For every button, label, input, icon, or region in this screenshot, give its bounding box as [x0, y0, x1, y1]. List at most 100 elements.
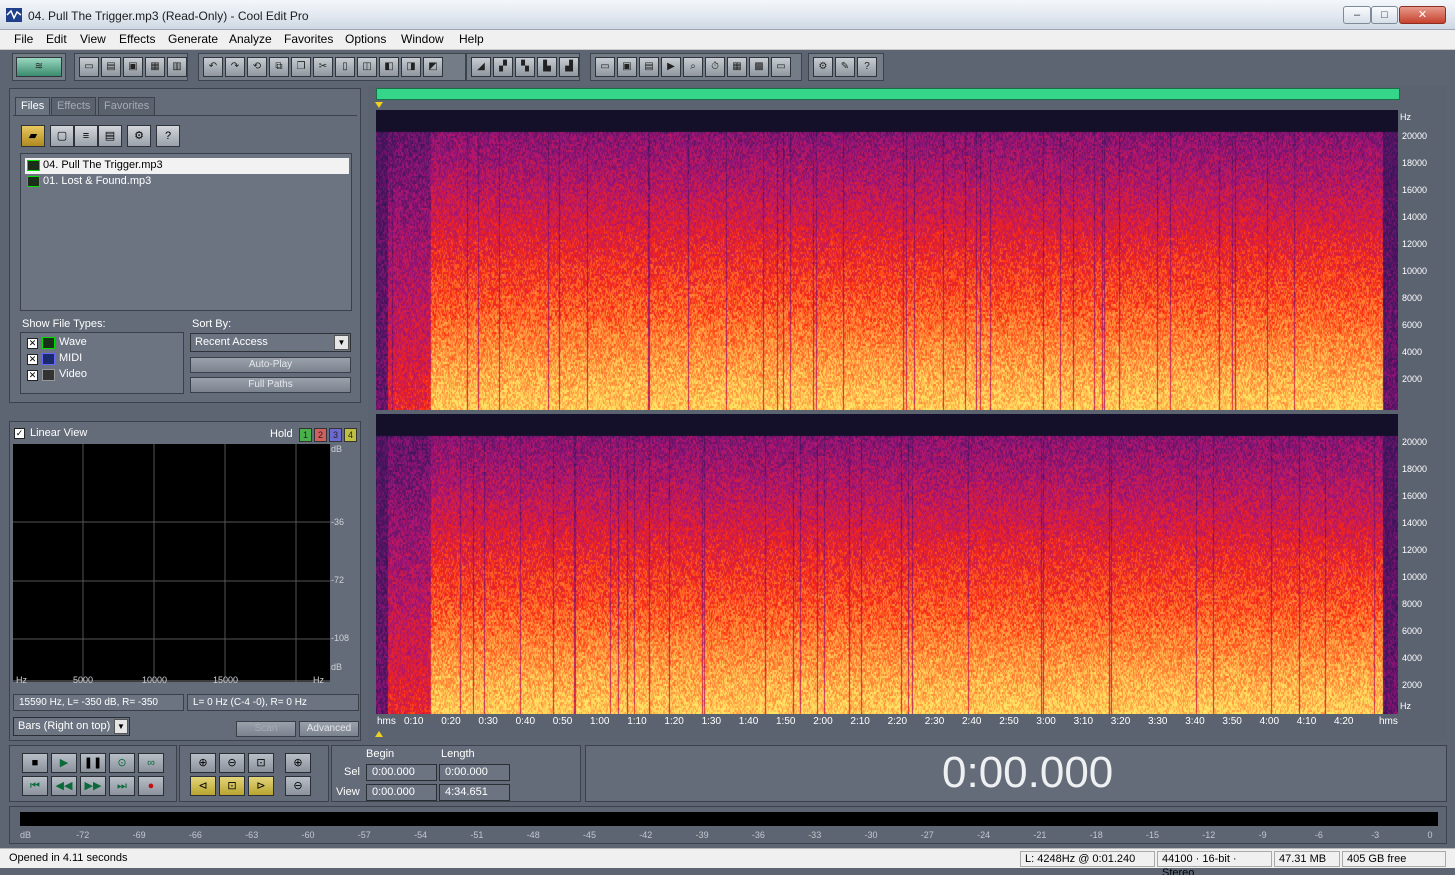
- save-all-icon[interactable]: ▥: [167, 57, 187, 77]
- sel-length-field[interactable]: 0:00.000: [439, 764, 510, 781]
- time-ruler[interactable]: hms hms 0:10 0:20 0:30 0:40 0:50 1:00 1:10 1:20…: [376, 714, 1400, 730]
- spectral-view[interactable]: Hz 20000 18000 16000 14000 12000 10000 8000 600…: [368, 86, 1447, 741]
- hold-3-button[interactable]: 3: [329, 428, 342, 442]
- phase-view-icon[interactable]: ▟: [559, 57, 579, 77]
- display-mode-select[interactable]: Bars (Right on top) ▼: [13, 717, 130, 736]
- marker-icon[interactable]: ▣: [617, 57, 637, 77]
- menu-effects[interactable]: Effects: [119, 32, 155, 46]
- trim-icon[interactable]: ◧: [379, 57, 399, 77]
- loop-icon[interactable]: ∞: [138, 753, 164, 773]
- insert-file-icon[interactable]: ≡: [74, 125, 98, 147]
- organizer-settings-icon[interactable]: ⚙: [127, 125, 151, 147]
- sort-by-select[interactable]: Recent Access ▼: [190, 333, 351, 352]
- menu-edit[interactable]: Edit: [46, 32, 67, 46]
- play-to-end-icon[interactable]: ⊙: [109, 753, 135, 773]
- tab-effects[interactable]: Effects: [51, 97, 97, 115]
- end-marker-icon[interactable]: [375, 731, 383, 737]
- pause-icon[interactable]: ❚❚: [80, 753, 106, 773]
- maximize-button[interactable]: □: [1371, 6, 1398, 24]
- menu-view[interactable]: View: [80, 32, 106, 46]
- zoom-left-icon[interactable]: ⊲: [190, 776, 216, 796]
- spectrogram-right-channel[interactable]: [376, 414, 1398, 714]
- tab-favorites[interactable]: Favorites: [98, 97, 156, 115]
- organizer-help-icon[interactable]: ?: [156, 125, 180, 147]
- copy-new-icon[interactable]: ⧉: [269, 57, 289, 77]
- menu-options[interactable]: Options: [345, 32, 386, 46]
- open-file-icon[interactable]: ▤: [101, 57, 121, 77]
- levels-icon[interactable]: ▩: [749, 57, 769, 77]
- close-file-icon[interactable]: ▢: [50, 125, 74, 147]
- pan-view-icon[interactable]: ▙: [537, 57, 557, 77]
- zoom-right-icon[interactable]: ⊳: [248, 776, 274, 796]
- undo-icon[interactable]: ↶: [203, 57, 223, 77]
- open-folder-icon[interactable]: ▰: [21, 125, 45, 147]
- mix-paste-icon[interactable]: ◫: [357, 57, 377, 77]
- hold-2-button[interactable]: 2: [314, 428, 327, 442]
- zoom-out-icon[interactable]: ⊖: [219, 753, 245, 773]
- paste-icon[interactable]: ▯: [335, 57, 355, 77]
- cut-icon[interactable]: ✂: [313, 57, 333, 77]
- sel-begin-field[interactable]: 0:00.000: [366, 764, 437, 781]
- tab-files[interactable]: Files: [15, 97, 51, 115]
- waveform-view-icon[interactable]: ◢: [471, 57, 491, 77]
- rewind-icon[interactable]: ◀◀: [51, 776, 77, 796]
- insert-playlist-icon[interactable]: ▤: [98, 125, 122, 147]
- help-icon[interactable]: ?: [857, 57, 877, 77]
- fast-forward-icon[interactable]: ▶▶: [80, 776, 106, 796]
- go-to-end-icon[interactable]: ⏭: [109, 776, 135, 796]
- full-paths-button[interactable]: Full Paths: [190, 377, 351, 393]
- stop-icon[interactable]: ■: [22, 753, 48, 773]
- redo-icon[interactable]: ↷: [225, 57, 245, 77]
- record-icon[interactable]: ●: [138, 776, 164, 796]
- list-item[interactable]: 01. Lost & Found.mp3: [25, 174, 349, 190]
- close-button[interactable]: ✕: [1399, 6, 1446, 24]
- zoom-in-vertical-icon[interactable]: ⊕: [285, 753, 311, 773]
- play-icon[interactable]: ▶: [51, 753, 77, 773]
- save-icon[interactable]: ▣: [123, 57, 143, 77]
- zoom-in-icon[interactable]: ⊕: [190, 753, 216, 773]
- go-to-start-icon[interactable]: ⏮: [22, 776, 48, 796]
- zoom-selection-icon[interactable]: ⊡: [219, 776, 245, 796]
- wave-checkbox[interactable]: ✕: [27, 338, 38, 349]
- video-checkbox[interactable]: ✕: [27, 370, 38, 381]
- menu-favorites[interactable]: Favorites: [284, 32, 333, 46]
- view-length-field[interactable]: 4:34.651: [439, 784, 510, 801]
- spectral-view-icon[interactable]: ▞: [493, 57, 513, 77]
- save-as-icon[interactable]: ▦: [145, 57, 165, 77]
- spectral-pitch-icon[interactable]: ▚: [515, 57, 535, 77]
- scan-button[interactable]: Scan: [236, 721, 296, 737]
- menu-help[interactable]: Help: [459, 32, 484, 46]
- advanced-button[interactable]: Advanced: [299, 721, 359, 737]
- menu-analyze[interactable]: Analyze: [229, 32, 272, 46]
- new-file-icon[interactable]: ▭: [79, 57, 99, 77]
- batch-icon[interactable]: ▦: [727, 57, 747, 77]
- settings-icon[interactable]: ⚙: [813, 57, 833, 77]
- zoom-region-icon[interactable]: ⌕: [683, 57, 703, 77]
- window-icon[interactable]: ▭: [595, 57, 615, 77]
- menu-generate[interactable]: Generate: [168, 32, 218, 46]
- overview-bar[interactable]: [376, 88, 1400, 100]
- zoom-out-vertical-icon[interactable]: ⊖: [285, 776, 311, 796]
- auto-play-button[interactable]: Auto-Play: [190, 357, 351, 373]
- menu-window[interactable]: Window: [401, 32, 444, 46]
- view-begin-field[interactable]: 0:00.000: [366, 784, 437, 801]
- start-marker-icon[interactable]: [375, 102, 383, 108]
- hold-4-button[interactable]: 4: [344, 428, 357, 442]
- menu-file[interactable]: File: [14, 32, 33, 46]
- minimize-button[interactable]: –: [1343, 6, 1371, 24]
- play-region-icon[interactable]: ▶: [661, 57, 681, 77]
- midi-checkbox[interactable]: ✕: [27, 354, 38, 365]
- repeat-icon[interactable]: ⟲: [247, 57, 267, 77]
- zoom-full-icon[interactable]: ⊡: [248, 753, 274, 773]
- list-item[interactable]: 04. Pull The Trigger.mp3: [25, 158, 349, 174]
- copy-icon[interactable]: ❐: [291, 57, 311, 77]
- silence-icon[interactable]: ◨: [401, 57, 421, 77]
- multitrack-toggle-icon[interactable]: ≋: [16, 57, 62, 77]
- insert-multitrack-icon[interactable]: ◩: [423, 57, 443, 77]
- spectrogram-left-channel[interactable]: [376, 110, 1398, 410]
- time-display-icon[interactable]: ⏱: [705, 57, 725, 77]
- hold-1-button[interactable]: 1: [299, 428, 312, 442]
- linear-view-checkbox[interactable]: ✓: [14, 428, 25, 439]
- cue-icon[interactable]: ▤: [639, 57, 659, 77]
- status-toggle-icon[interactable]: ▭: [771, 57, 791, 77]
